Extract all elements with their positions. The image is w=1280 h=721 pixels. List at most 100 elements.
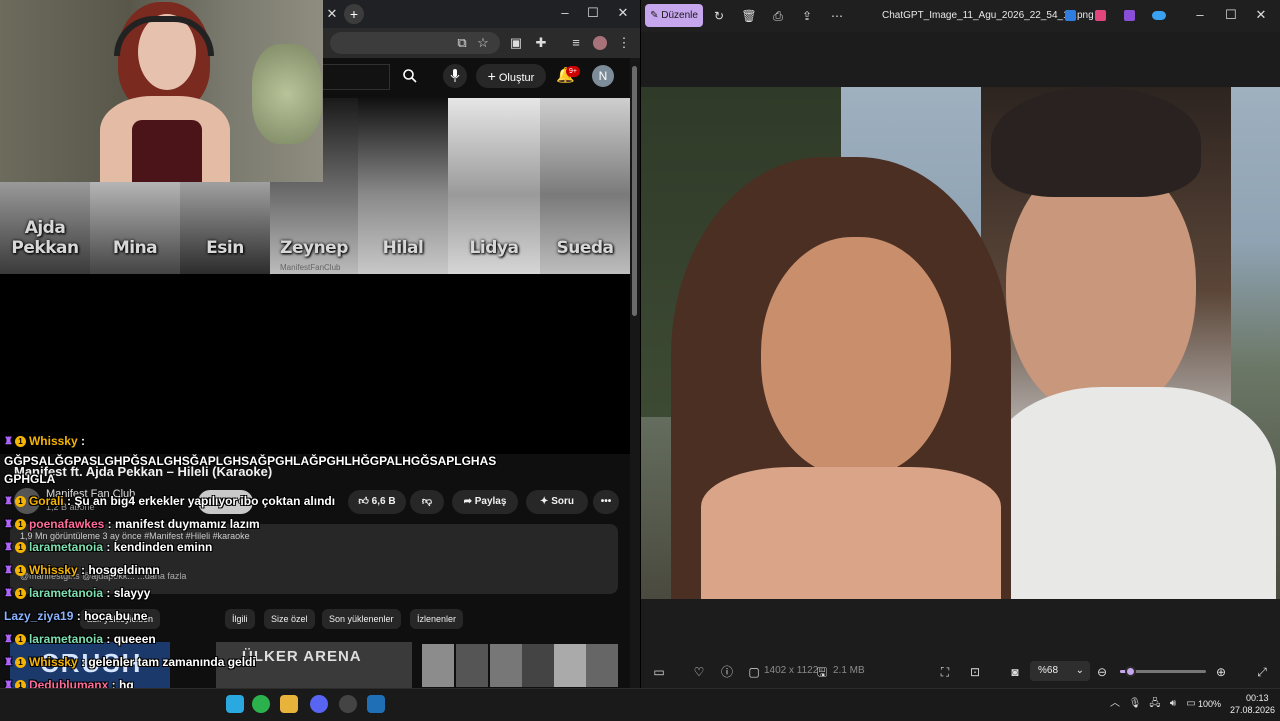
- account-avatar[interactable]: N: [592, 65, 614, 87]
- tray-chevron-up-icon[interactable]: ︿: [1106, 695, 1124, 713]
- sparkle-icon: ✦: [540, 496, 549, 507]
- chat-sub-badge-icon: 1: [14, 542, 26, 554]
- new-tab-button[interactable]: +: [344, 4, 364, 24]
- like-button[interactable]: 👍︎ 6,6 B: [348, 490, 406, 514]
- member-card-mina: Mina: [90, 182, 180, 274]
- create-button[interactable]: + Oluştur: [476, 64, 546, 88]
- like-count: 6,6 B: [371, 496, 396, 507]
- background-icon[interactable]: ◙: [1006, 663, 1024, 681]
- print-icon[interactable]: ⎙: [769, 7, 787, 25]
- close-button[interactable]: ✕: [614, 4, 632, 22]
- chat-text: GPHGLA: [4, 472, 56, 486]
- taskbar-app-icon[interactable]: [226, 695, 244, 713]
- fullscreen-icon[interactable]: ⤢: [1253, 663, 1271, 681]
- favorite-heart-icon[interactable]: ♡: [690, 663, 708, 681]
- zoom-out-icon[interactable]: ⊖: [1093, 663, 1111, 681]
- chat-badge-icon: ♜: [4, 565, 13, 577]
- chat-sub-badge-icon: 1: [14, 565, 26, 577]
- rotate-icon[interactable]: ↻: [710, 7, 728, 25]
- taskbar-app-icon[interactable]: [252, 695, 270, 713]
- more-icon[interactable]: ⋯: [828, 7, 846, 25]
- chat-username: Lazy_ziya19: [4, 609, 74, 623]
- filmstrip-icon[interactable]: ▭: [650, 663, 668, 681]
- photos-close-button[interactable]: ✕: [1252, 6, 1270, 24]
- file-explorer-icon[interactable]: [280, 695, 298, 713]
- dislike-button[interactable]: 👎︎: [410, 490, 444, 514]
- chat-username: Gorali: [28, 494, 64, 508]
- thumbnail-text: ÜLKER ARENA: [242, 648, 362, 665]
- app-icon-1[interactable]: [1065, 10, 1076, 21]
- taskbar: [0, 688, 1280, 721]
- tab-close-icon[interactable]: ✕: [323, 5, 341, 23]
- chat-username: Whissky: [28, 655, 78, 669]
- scrollbar-thumb[interactable]: [632, 66, 637, 316]
- photos-maximize-button[interactable]: ☐: [1222, 6, 1240, 24]
- photo-view[interactable]: [641, 87, 1280, 599]
- edit-button[interactable]: ✎ Düzenle: [645, 4, 703, 27]
- zoom-in-icon[interactable]: ⊕: [1212, 663, 1230, 681]
- translate-icon[interactable]: ▣: [507, 34, 525, 52]
- network-icon[interactable]: 🖧: [1146, 695, 1164, 713]
- volume-icon[interactable]: 🔊︎: [1164, 695, 1182, 713]
- delete-icon[interactable]: 🗑︎: [740, 7, 758, 25]
- thumbs-up-icon: 👍︎: [358, 496, 369, 507]
- obs-icon[interactable]: [339, 695, 357, 713]
- tray-mic-icon[interactable]: 🎙︎: [1126, 695, 1144, 713]
- app-icon-3[interactable]: [1124, 10, 1135, 21]
- edit-icon: ✎: [650, 10, 659, 21]
- chip-related[interactable]: İlgili: [225, 609, 255, 629]
- taskbar-app-icon[interactable]: [367, 695, 385, 713]
- extensions-icon[interactable]: ✚: [532, 34, 550, 52]
- fit-to-window-icon[interactable]: ⛶: [936, 663, 954, 681]
- search-input[interactable]: [320, 64, 390, 90]
- actual-size-icon[interactable]: ⊡: [966, 663, 984, 681]
- chat-message: ♜ 1 Whissky :: [4, 434, 85, 448]
- install-app-icon[interactable]: ⧉: [453, 34, 471, 52]
- chip-recent[interactable]: Son yüklenenler: [322, 609, 401, 629]
- microphone-icon[interactable]: [443, 64, 467, 88]
- edit-label: Düzenle: [661, 10, 698, 21]
- info-icon[interactable]: ⓘ: [718, 663, 736, 681]
- minimize-button[interactable]: –: [556, 4, 574, 22]
- ask-button[interactable]: ✦ Soru: [526, 490, 588, 514]
- recommended-thumbnail[interactable]: [554, 644, 586, 687]
- photos-minimize-button[interactable]: –: [1191, 6, 1209, 24]
- recommended-thumbnail[interactable]: [522, 644, 554, 687]
- chat-badge-icon: ♜: [4, 496, 13, 508]
- clock-time[interactable]: 00:13: [1246, 693, 1269, 703]
- chat-username: larametanoia: [28, 632, 104, 646]
- chat-message: GPHGLA: [4, 472, 55, 486]
- media-control-icon[interactable]: ≡: [567, 34, 585, 52]
- more-actions-button[interactable]: •••: [593, 490, 619, 514]
- discord-icon[interactable]: [310, 695, 328, 713]
- member-name: Esin: [206, 238, 244, 258]
- notification-count-badge: 9+: [566, 66, 580, 77]
- clock-date[interactable]: 27.08.2026: [1230, 705, 1275, 715]
- chip-for-you[interactable]: Size özel: [264, 609, 315, 629]
- chat-message: ♜ 1 Gorali : Şu an big4 erkekler yapılıyor…: [4, 494, 335, 508]
- maximize-button[interactable]: ☐: [584, 4, 602, 22]
- plant: [252, 44, 322, 144]
- recommended-thumbnail[interactable]: [456, 644, 488, 687]
- app-icon-2[interactable]: [1095, 10, 1106, 21]
- search-icon[interactable]: [392, 64, 428, 88]
- recommended-thumbnail[interactable]: [490, 644, 522, 687]
- video-player[interactable]: [0, 274, 630, 454]
- browser-menu-icon[interactable]: ⋮: [615, 34, 633, 52]
- recommended-thumbnail[interactable]: [422, 644, 454, 687]
- file-name: ChatGPT_Image_11_Agu_2026_22_54_13.png: [882, 10, 1094, 21]
- recommended-thumbnail[interactable]: [586, 644, 618, 687]
- chip-watched[interactable]: İzlenenler: [410, 609, 464, 629]
- profile-avatar[interactable]: [593, 36, 607, 50]
- share-button[interactable]: ➦ Paylaş: [452, 490, 518, 514]
- bookmark-star-icon[interactable]: ☆: [474, 34, 492, 52]
- chat-text: slayyy: [113, 586, 151, 600]
- chat-text: hosgeldinnn: [88, 563, 160, 577]
- share-icon[interactable]: ⇪: [798, 7, 816, 25]
- battery-percent: 100%: [1198, 699, 1222, 709]
- zoom-slider-knob[interactable]: [1125, 666, 1136, 677]
- chevron-down-icon: ⌄: [1075, 665, 1084, 676]
- chat-separator: :: [63, 494, 75, 508]
- cloud-icon[interactable]: [1152, 11, 1166, 20]
- zoom-dropdown[interactable]: %68 ⌄: [1030, 661, 1090, 681]
